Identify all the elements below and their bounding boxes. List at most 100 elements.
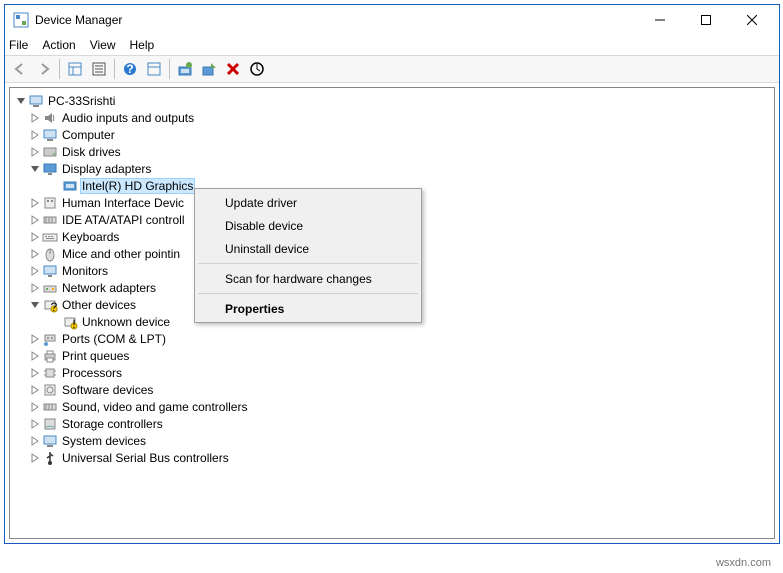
tree-category[interactable]: Sound, video and game controllers [10, 398, 774, 415]
category-label: Software devices [60, 383, 155, 397]
category-icon [42, 416, 58, 432]
category-label: Ports (COM & LPT) [60, 332, 168, 346]
menu-view[interactable]: View [90, 38, 116, 52]
svg-text:?: ? [51, 300, 58, 313]
properties-button[interactable] [143, 58, 165, 80]
collapse-icon[interactable] [28, 298, 42, 312]
expand-icon[interactable] [28, 281, 42, 295]
category-label: Storage controllers [60, 417, 165, 431]
tree-category[interactable]: Audio inputs and outputs [10, 109, 774, 126]
expand-icon[interactable] [28, 383, 42, 397]
show-hide-tree-button[interactable] [64, 58, 86, 80]
category-label: Mice and other pointin [60, 247, 182, 261]
expand-icon[interactable] [28, 230, 42, 244]
category-label: Sound, video and game controllers [60, 400, 249, 414]
tree-category[interactable]: Storage controllers [10, 415, 774, 432]
category-label: Other devices [60, 298, 138, 312]
update-driver-button[interactable] [174, 58, 196, 80]
tree-category[interactable]: Universal Serial Bus controllers [10, 449, 774, 466]
category-icon [42, 382, 58, 398]
close-button[interactable] [729, 5, 775, 35]
collapse-icon[interactable] [14, 94, 28, 108]
expand-icon[interactable] [28, 128, 42, 142]
expand-icon[interactable] [28, 247, 42, 261]
expand-icon[interactable] [28, 145, 42, 159]
scan-hardware-button[interactable] [246, 58, 268, 80]
category-icon [42, 450, 58, 466]
expand-icon[interactable] [28, 332, 42, 346]
back-button[interactable] [9, 58, 31, 80]
properties2-button[interactable] [88, 58, 110, 80]
tree-category[interactable]: Computer [10, 126, 774, 143]
tree-category[interactable]: Display adapters [10, 160, 774, 177]
category-label: Processors [60, 366, 124, 380]
computer-icon [28, 93, 44, 109]
ctx-uninstall-device[interactable]: Uninstall device [197, 237, 419, 260]
expand-icon[interactable] [28, 349, 42, 363]
context-menu: Update driver Disable device Uninstall d… [194, 188, 422, 323]
category-label: Audio inputs and outputs [60, 111, 196, 125]
category-label: Computer [60, 128, 117, 142]
collapse-icon[interactable] [28, 162, 42, 176]
device-label: Unknown device [80, 315, 172, 329]
expand-icon[interactable] [28, 264, 42, 278]
ctx-update-driver[interactable]: Update driver [197, 191, 419, 214]
category-icon [42, 246, 58, 262]
category-label: Monitors [60, 264, 110, 278]
category-label: Human Interface Devic [60, 196, 186, 210]
category-label: Keyboards [60, 230, 121, 244]
spacer [48, 315, 62, 329]
uninstall-button[interactable] [222, 58, 244, 80]
category-label: Disk drives [60, 145, 123, 159]
watermark: wsxdn.com [716, 557, 771, 569]
ctx-properties[interactable]: Properties [197, 297, 419, 320]
device-icon: ! [62, 314, 78, 330]
tree-category[interactable]: Print queues [10, 347, 774, 364]
expand-icon[interactable] [28, 417, 42, 431]
category-icon [42, 263, 58, 279]
category-label: System devices [60, 434, 148, 448]
menubar: File Action View Help [5, 35, 779, 55]
device-tree-panel: PC-33Srishti Audio inputs and outputs Com… [9, 87, 775, 539]
spacer [48, 179, 62, 193]
category-icon [42, 212, 58, 228]
expand-icon[interactable] [28, 434, 42, 448]
menu-file[interactable]: File [9, 38, 28, 52]
help2-button[interactable]: ? [119, 58, 141, 80]
expand-icon[interactable] [28, 196, 42, 210]
category-label: Universal Serial Bus controllers [60, 451, 231, 465]
tree-category[interactable]: Software devices [10, 381, 774, 398]
tree-category[interactable]: System devices [10, 432, 774, 449]
expand-icon[interactable] [28, 366, 42, 380]
expand-icon[interactable] [28, 111, 42, 125]
expand-icon[interactable] [28, 451, 42, 465]
category-label: Network adapters [60, 281, 158, 295]
expand-icon[interactable] [28, 400, 42, 414]
tree-root-label: PC-33Srishti [46, 94, 117, 108]
ctx-disable-device[interactable]: Disable device [197, 214, 419, 237]
ctx-scan-hardware[interactable]: Scan for hardware changes [197, 267, 419, 290]
menu-help[interactable]: Help [130, 38, 155, 52]
ctx-separator [198, 263, 418, 264]
maximize-button[interactable] [683, 5, 729, 35]
toolbar: ? [5, 55, 779, 83]
category-icon [42, 110, 58, 126]
category-icon [42, 348, 58, 364]
svg-text:!: ! [72, 317, 75, 330]
minimize-button[interactable] [637, 5, 683, 35]
titlebar: Device Manager [5, 5, 779, 35]
tree-category[interactable]: Disk drives [10, 143, 774, 160]
ctx-separator [198, 293, 418, 294]
tree-category[interactable]: Processors [10, 364, 774, 381]
device-label: Intel(R) HD Graphics [80, 178, 195, 194]
disable-button[interactable] [198, 58, 220, 80]
category-label: IDE ATA/ATAPI controll [60, 213, 186, 227]
forward-button[interactable] [33, 58, 55, 80]
expand-icon[interactable] [28, 213, 42, 227]
category-icon [42, 399, 58, 415]
menu-action[interactable]: Action [42, 38, 75, 52]
device-icon [62, 178, 78, 194]
tree-root[interactable]: PC-33Srishti [10, 92, 774, 109]
tree-category[interactable]: Ports (COM & LPT) [10, 330, 774, 347]
device-manager-window: Device Manager File Action View Help ? [4, 4, 780, 544]
